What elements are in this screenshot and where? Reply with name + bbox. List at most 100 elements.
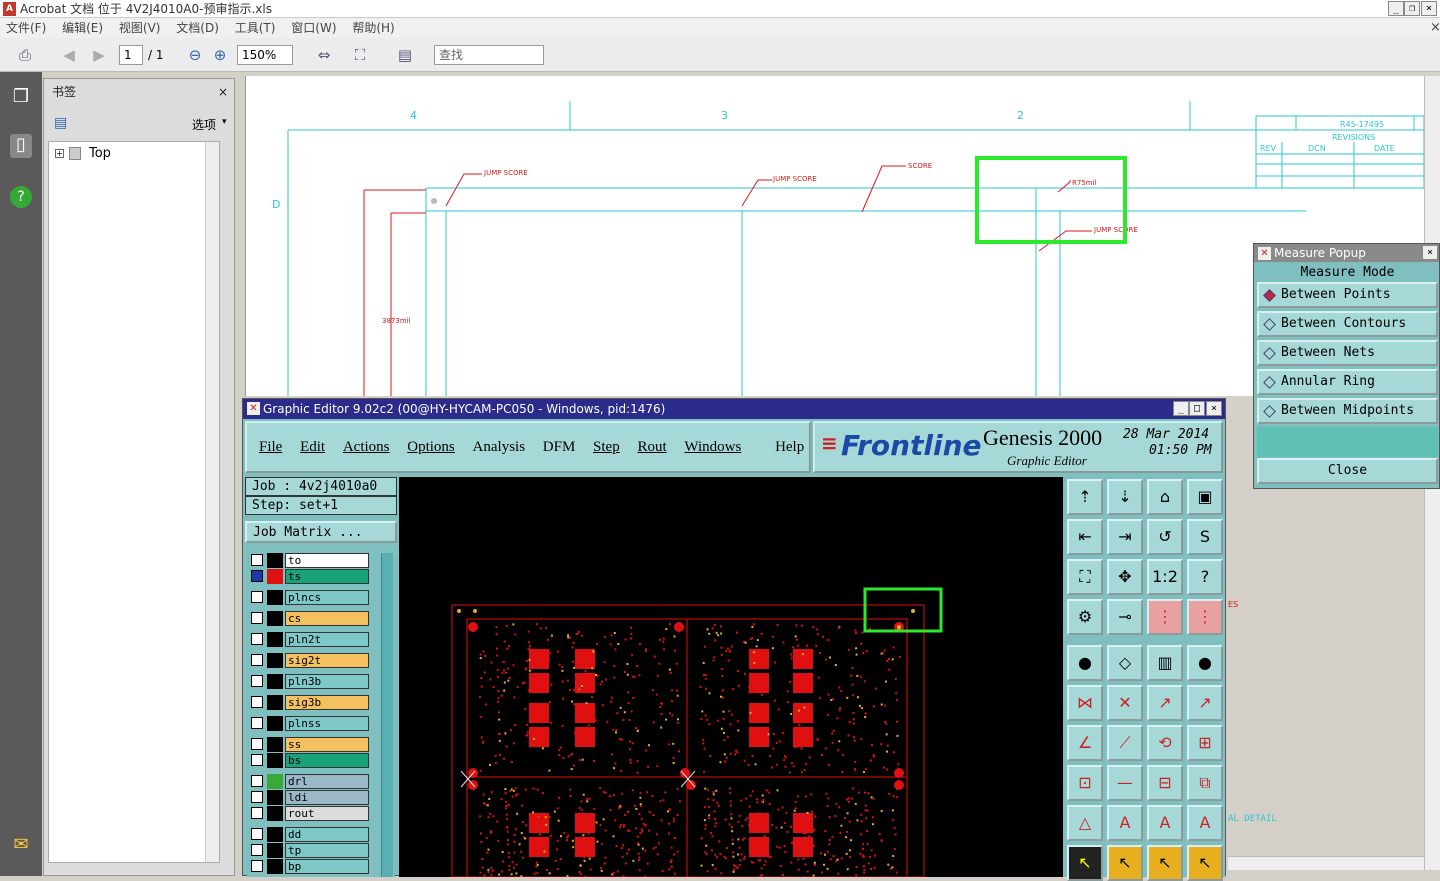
zoom-in-icon[interactable]: ⊕ <box>209 45 231 65</box>
arrow-tool-a-icon[interactable]: ↗ <box>1147 685 1183 721</box>
editor-minimize-button[interactable]: _ <box>1173 401 1189 416</box>
layer-checkbox[interactable] <box>251 633 263 645</box>
layer-row-3[interactable]: cs <box>249 611 367 626</box>
ge-menu-rout[interactable]: Rout <box>637 439 666 455</box>
undo-view-icon[interactable]: ↺ <box>1147 519 1183 555</box>
help-icon[interactable]: ? <box>1187 559 1223 595</box>
next-page-icon[interactable]: ▶ <box>88 45 110 65</box>
letter-a-tool-icon[interactable]: A <box>1107 805 1143 841</box>
layer-checkbox[interactable] <box>251 591 263 603</box>
layer-color-swatch[interactable] <box>267 827 283 842</box>
pan-right-icon[interactable]: ⇥ <box>1107 519 1143 555</box>
layer-name[interactable]: cs <box>285 611 369 626</box>
ge-menu-analysis[interactable]: Analysis <box>473 439 526 455</box>
layer-name[interactable]: bp <box>285 859 369 874</box>
search-input[interactable]: 查找 <box>434 45 544 65</box>
pcb-graphic-canvas[interactable] <box>399 477 1063 877</box>
editor-close-button[interactable]: × <box>1206 401 1222 416</box>
scale-icon[interactable]: 1:2 <box>1147 559 1183 595</box>
ge-menu-help[interactable]: Help <box>775 439 804 455</box>
layer-color-swatch[interactable] <box>267 695 283 710</box>
layer-name[interactable]: ss <box>285 737 369 752</box>
snap-b-icon[interactable]: ⋮ <box>1187 599 1223 635</box>
pan-left-icon[interactable]: ⇤ <box>1067 519 1103 555</box>
layer-checkbox[interactable] <box>251 754 263 766</box>
ge-menu-dfm[interactable]: DFM <box>543 439 576 455</box>
save-icon[interactable]: ▤ <box>394 45 416 65</box>
measure-close-button[interactable]: Close <box>1257 458 1438 484</box>
layer-name[interactable]: dd <box>285 827 369 842</box>
expand-icon[interactable]: + <box>55 149 64 158</box>
option-annular-ring[interactable]: Annular Ring <box>1257 369 1438 395</box>
bookmark-options-icon[interactable]: ▤ <box>54 115 67 131</box>
redraw-icon[interactable]: S <box>1187 519 1223 555</box>
angle-tool-icon[interactable]: ∠ <box>1067 725 1103 761</box>
layer-list-scrollbar[interactable] <box>381 553 393 877</box>
layer-row-15[interactable]: tp <box>249 843 367 858</box>
layer-checkbox[interactable] <box>251 696 263 708</box>
group-tool-icon[interactable]: ⧉ <box>1187 765 1223 801</box>
menu-file[interactable]: 文件(F) <box>6 21 46 35</box>
layer-color-swatch[interactable] <box>267 653 283 668</box>
layer-checkbox[interactable] <box>251 738 263 750</box>
measure-close-icon[interactable]: × <box>1422 245 1438 260</box>
line-tool-icon[interactable]: ⟋ <box>1107 725 1143 761</box>
close-window-button[interactable]: × <box>1421 1 1437 16</box>
layer-name[interactable]: to <box>285 553 369 568</box>
options-menu[interactable]: 选项 <box>192 116 216 133</box>
zoom-select[interactable]: 150% <box>237 45 293 65</box>
pages-icon[interactable]: ❐ <box>10 86 32 110</box>
layer-color-swatch[interactable] <box>267 806 283 821</box>
ruler-tool-icon[interactable]: ▥ <box>1147 645 1183 681</box>
letter-a3-tool-icon[interactable]: A <box>1187 805 1223 841</box>
bookmark-item-top[interactable]: Top <box>89 146 111 161</box>
layer-row-10[interactable]: bs <box>249 753 367 768</box>
layer-checkbox[interactable] <box>251 860 263 872</box>
option-between-midpoints[interactable]: Between Midpoints <box>1257 398 1438 424</box>
layer-name[interactable]: plncs <box>285 590 369 605</box>
layer-row-0[interactable]: to <box>249 553 367 568</box>
layer-row-4[interactable]: pln2t <box>249 632 367 647</box>
layer-tool-icon[interactable]: ⊞ <box>1187 725 1223 761</box>
layer-color-swatch[interactable] <box>267 569 283 584</box>
layer-checkbox[interactable] <box>251 654 263 666</box>
layer-row-12[interactable]: ldi <box>249 790 367 805</box>
arrow-tool-b-icon[interactable]: ↗ <box>1187 685 1223 721</box>
zoom-fit-icon[interactable]: ⇣ <box>1107 479 1143 515</box>
dash-tool-icon[interactable]: — <box>1107 765 1143 801</box>
layer-name[interactable]: sig3b <box>285 695 369 710</box>
frame-tool-icon[interactable]: ⊟ <box>1147 765 1183 801</box>
layer-checkbox[interactable] <box>251 612 263 624</box>
layer-color-swatch[interactable] <box>267 774 283 789</box>
layer-name[interactable]: ts <box>285 569 369 584</box>
triangle-tool-icon[interactable]: △ <box>1067 805 1103 841</box>
job-matrix-button[interactable]: Job Matrix ... <box>245 521 397 543</box>
layer-color-swatch[interactable] <box>267 859 283 874</box>
zoom-out-icon[interactable]: ⊖ <box>184 45 206 65</box>
option-between-contours[interactable]: Between Contours <box>1257 311 1438 337</box>
fit-page-icon[interactable]: ⛶ <box>349 45 371 65</box>
layer-checkbox[interactable] <box>251 844 263 856</box>
option-between-points[interactable]: Between Points <box>1257 282 1438 308</box>
menu-document[interactable]: 文档(D) <box>176 21 219 35</box>
close-document-icon[interactable]: × <box>1430 18 1440 38</box>
window-icon[interactable]: ▣ <box>1187 479 1223 515</box>
bookmarks-icon[interactable]: ▯ <box>10 134 32 158</box>
restore-button[interactable]: ❐ <box>1404 1 1420 16</box>
fit-all-icon[interactable]: ⛶ <box>1067 559 1103 595</box>
shape-tool-icon[interactable]: ◇ <box>1107 645 1143 681</box>
rotate-tool-icon[interactable]: ⟲ <box>1147 725 1183 761</box>
layer-name[interactable]: pln2t <box>285 632 369 647</box>
layer-color-swatch[interactable] <box>267 716 283 731</box>
ge-menu-windows[interactable]: Windows <box>684 439 741 455</box>
layer-checkbox[interactable] <box>251 717 263 729</box>
snap-a-icon[interactable]: ⋮ <box>1147 599 1183 635</box>
layer-row-8[interactable]: plnss <box>249 716 367 731</box>
layer-name[interactable]: sig2t <box>285 653 369 668</box>
layer-color-swatch[interactable] <box>267 674 283 689</box>
options-chevron-icon[interactable]: ▾ <box>222 117 227 127</box>
layer-name[interactable]: ldi <box>285 790 369 805</box>
close-panel-icon[interactable]: × <box>218 79 228 105</box>
minimize-button[interactable]: _ <box>1388 1 1404 16</box>
layer-row-5[interactable]: sig2t <box>249 653 367 668</box>
